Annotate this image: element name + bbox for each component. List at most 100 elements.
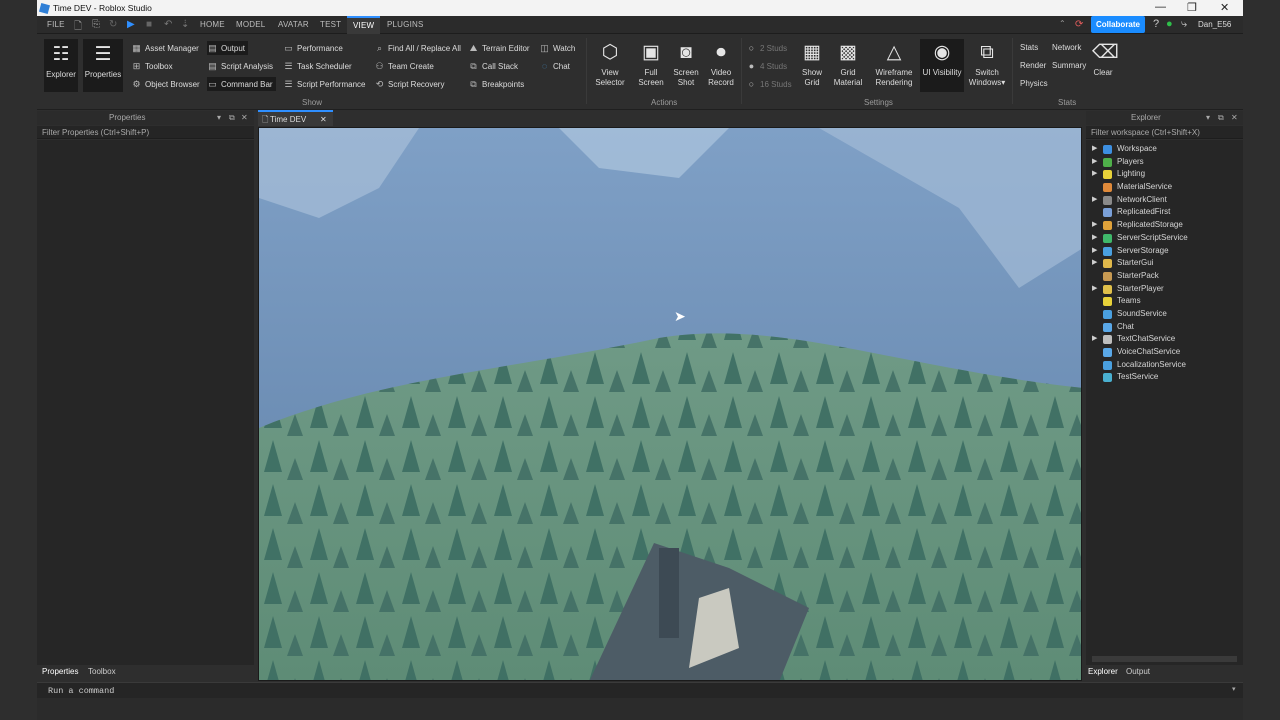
explorer-item[interactable]: ▶ Lighting — [1086, 168, 1241, 181]
video-record-button[interactable]: ⏺ Video Record — [706, 42, 736, 88]
explorer-item[interactable]: SoundService — [1086, 308, 1241, 321]
explorer-item[interactable]: ▶ ServerStorage — [1086, 245, 1241, 258]
tab-properties-bottom[interactable]: Properties — [42, 667, 78, 676]
expand-arrow-icon[interactable]: ▶ — [1092, 168, 1097, 181]
view-selector-button[interactable]: ⬡ View Selector — [593, 42, 627, 88]
viewport-3d[interactable]: ➤ — [258, 127, 1082, 681]
find-replace-button[interactable]: ⌕ Find All / Replace All — [374, 41, 461, 55]
explorer-filter-input[interactable]: Filter workspace (Ctrl+Shift+X) — [1086, 126, 1243, 139]
studs-16-option[interactable]: ○ 16 Studs — [746, 77, 792, 91]
task-scheduler-button[interactable]: ☰ Task Scheduler — [283, 59, 351, 73]
object-browser-button[interactable]: ⚙ Object Browser — [131, 77, 199, 91]
redo-icon[interactable]: ↻ — [109, 19, 117, 30]
ui-visibility-button[interactable]: ◉ UI Visibility — [920, 39, 964, 92]
explorer-item[interactable]: TestService — [1086, 371, 1241, 384]
stop-icon[interactable]: ■ — [146, 19, 152, 30]
full-screen-button[interactable]: ▣ Full Screen — [636, 42, 666, 88]
explorer-item[interactable]: ▶ StarterPlayer — [1086, 283, 1241, 296]
explorer-item[interactable]: Teams — [1086, 295, 1241, 308]
explorer-item[interactable]: ▶ Players — [1086, 156, 1241, 169]
physics-button[interactable]: Physics — [1020, 77, 1048, 91]
team-create-button[interactable]: ⚇ Team Create — [374, 59, 433, 73]
stats-button[interactable]: Stats — [1020, 41, 1038, 55]
tab-test[interactable]: TEST — [320, 20, 341, 29]
properties-filter-input[interactable]: Filter Properties (Ctrl+Shift+P) — [37, 126, 254, 139]
watch-button[interactable]: ◫ Watch — [539, 41, 575, 55]
close-tab-icon[interactable]: ✕ — [320, 112, 327, 128]
expand-arrow-icon[interactable]: ▶ — [1092, 143, 1097, 156]
breakpoints-button[interactable]: ⧉ Breakpoints — [468, 77, 524, 91]
wireframe-rendering-button[interactable]: △ Wireframe Rendering — [872, 42, 916, 88]
explorer-item[interactable]: ▶ ServerScriptService — [1086, 232, 1241, 245]
tab-view[interactable]: VIEW — [347, 16, 381, 34]
tab-home[interactable]: HOME — [200, 20, 225, 29]
undock-icon[interactable]: ⧉ — [1218, 111, 1224, 125]
expand-arrow-icon[interactable]: ▶ — [1092, 156, 1097, 169]
explorer-item[interactable]: StarterPack — [1086, 270, 1241, 283]
properties-button[interactable]: ☰ Properties — [83, 39, 123, 92]
tab-output-bottom[interactable]: Output — [1126, 667, 1150, 676]
expand-arrow-icon[interactable]: ▶ — [1092, 245, 1097, 258]
show-grid-button[interactable]: ▦ Show Grid — [797, 42, 827, 88]
studs-4-option[interactable]: ● 4 Studs — [746, 59, 787, 73]
chat-button[interactable]: ◌ Chat — [539, 59, 570, 73]
tab-plugins[interactable]: PLUGINS — [387, 20, 424, 29]
customize-icon[interactable]: ⇣ — [181, 19, 189, 30]
explorer-scrollbar[interactable] — [1092, 656, 1237, 662]
screen-shot-button[interactable]: ◙ Screen Shot — [671, 42, 701, 88]
play-icon[interactable]: ▶ — [127, 19, 135, 30]
script-performance-button[interactable]: ☰ Script Performance — [283, 77, 365, 91]
open-file-icon[interactable]: ⎘ — [92, 19, 100, 30]
explorer-item[interactable]: ReplicatedFirst — [1086, 206, 1241, 219]
asset-manager-button[interactable]: ▦ Asset Manager — [131, 41, 199, 55]
minimize-icon[interactable]: — — [1155, 1, 1166, 13]
collaborate-button[interactable]: Collaborate — [1091, 16, 1145, 33]
close-panel-icon[interactable]: ✕ — [1231, 111, 1238, 125]
tab-avatar[interactable]: AVATAR — [278, 20, 309, 29]
terrain-editor-button[interactable]: ⛰ Terrain Editor — [468, 41, 530, 55]
undock-icon[interactable]: ⧉ — [229, 111, 235, 125]
close-icon[interactable]: ✕ — [1220, 1, 1229, 14]
panel-menu-icon[interactable]: ▾ — [217, 111, 221, 125]
explorer-item[interactable]: VoiceChatService — [1086, 346, 1241, 359]
command-bar-input[interactable]: Run a command — [37, 682, 1243, 698]
explorer-item[interactable]: Chat — [1086, 321, 1241, 334]
clear-button[interactable]: ⌫ Clear — [1090, 42, 1119, 78]
help-icon[interactable]: ? — [1153, 18, 1159, 30]
file-menu[interactable]: FILE — [47, 20, 65, 29]
expand-arrow-icon[interactable]: ▶ — [1092, 333, 1097, 346]
render-button[interactable]: Render — [1020, 59, 1046, 73]
grid-material-button[interactable]: ▩ Grid Material — [830, 42, 866, 88]
explorer-item[interactable]: ▶ Workspace — [1086, 143, 1241, 156]
switch-windows-button[interactable]: ⧉ Switch Windows▾ — [966, 42, 1008, 88]
explorer-button[interactable]: ☷ Explorer — [44, 39, 78, 92]
document-tab[interactable]: 🗋 Time DEV ✕ — [258, 110, 333, 126]
network-button[interactable]: Network — [1052, 41, 1081, 55]
explorer-item[interactable]: MaterialService — [1086, 181, 1241, 194]
explorer-item[interactable]: ▶ TextChatService — [1086, 333, 1241, 346]
command-history-icon[interactable]: ▾ — [1232, 685, 1236, 693]
explorer-item[interactable]: ▶ StarterGui — [1086, 257, 1241, 270]
explorer-item[interactable]: ▶ ReplicatedStorage — [1086, 219, 1241, 232]
summary-button[interactable]: Summary — [1052, 59, 1086, 73]
expand-arrow-icon[interactable]: ▶ — [1092, 232, 1097, 245]
undo-icon[interactable]: ↶ — [164, 19, 172, 30]
collapse-ribbon-icon[interactable]: ⌃ — [1059, 19, 1066, 28]
script-analysis-button[interactable]: ▤ Script Analysis — [207, 59, 273, 73]
tab-model[interactable]: MODEL — [236, 20, 265, 29]
close-panel-icon[interactable]: ✕ — [241, 111, 248, 125]
tab-toolbox-bottom[interactable]: Toolbox — [88, 667, 116, 676]
share-icon[interactable]: ⤷ — [1181, 18, 1187, 31]
output-button[interactable]: ▤ Output — [207, 41, 249, 55]
notification-icon[interactable]: ⟳ — [1075, 19, 1083, 30]
toolbox-button[interactable]: ⊞ Toolbox — [131, 59, 173, 73]
maximize-icon[interactable]: ❐ — [1187, 1, 1197, 14]
expand-arrow-icon[interactable]: ▶ — [1092, 257, 1097, 270]
performance-button[interactable]: ▭ Performance — [283, 41, 343, 55]
expand-arrow-icon[interactable]: ▶ — [1092, 283, 1097, 296]
explorer-item[interactable]: LocalizationService — [1086, 359, 1241, 372]
studs-2-option[interactable]: ○ 2 Studs — [746, 41, 787, 55]
explorer-item[interactable]: ▶ NetworkClient — [1086, 194, 1241, 207]
tab-explorer-bottom[interactable]: Explorer — [1088, 667, 1118, 676]
user-name[interactable]: Dan_E56 — [1198, 20, 1231, 29]
